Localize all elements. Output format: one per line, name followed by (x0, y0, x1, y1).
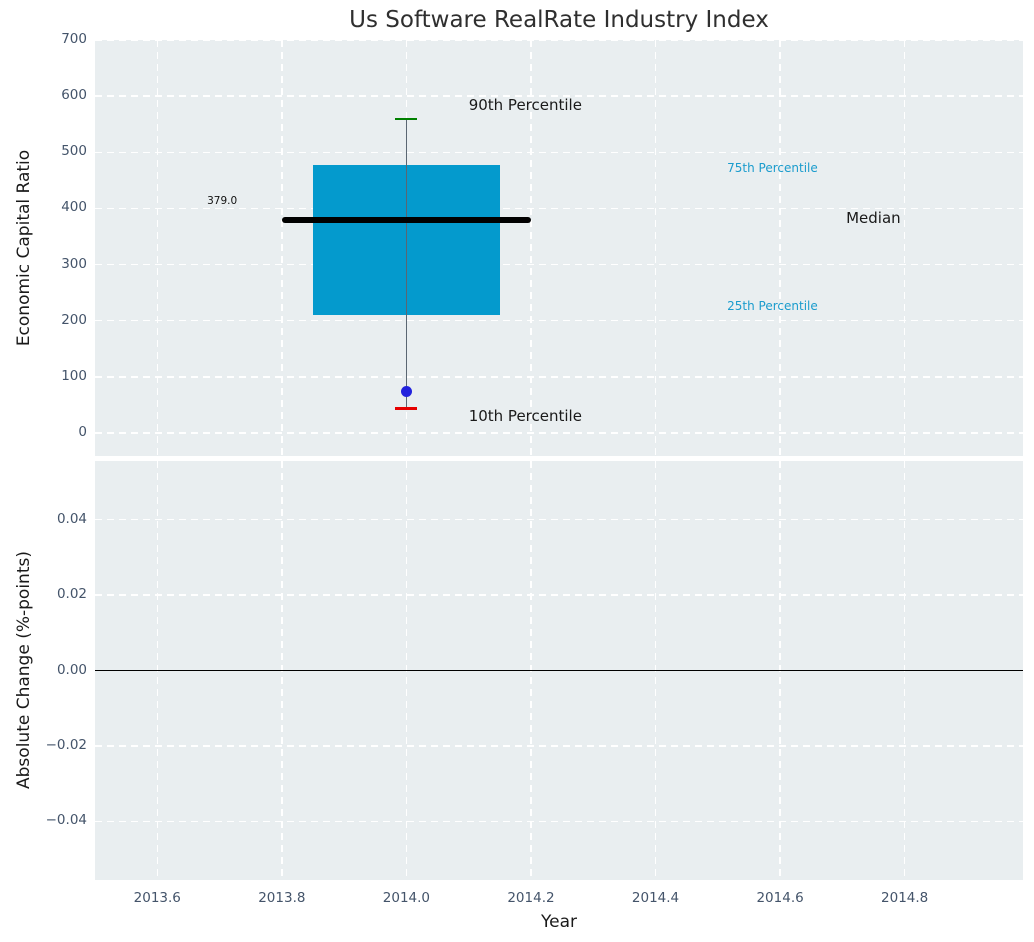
gridline-vertical (654, 40, 657, 456)
x-tick-label: 2013.6 (133, 890, 181, 906)
x-tick-label: 2014.4 (631, 890, 680, 906)
x-tick-label: 2014.2 (507, 890, 555, 906)
y-tick-label: 700 (61, 31, 87, 47)
y-tick-label: 200 (61, 311, 87, 328)
gridline-horizontal (95, 263, 1023, 266)
median-line (281, 217, 531, 224)
x-tick-label: 2014.8 (881, 890, 929, 906)
p10-whisker-cap (395, 407, 418, 411)
gridline-horizontal (95, 39, 1023, 41)
chart-title: Us Software RealRate Industry Index (349, 7, 769, 33)
gridline-horizontal (95, 820, 1023, 823)
x-tick-label: 2013.8 (258, 890, 306, 906)
annotation-median: Median (846, 208, 901, 227)
gridline-horizontal (95, 745, 1023, 747)
gridline-vertical (281, 40, 283, 456)
y-tick-label: 0 (78, 423, 87, 440)
y-tick-label: 100 (61, 367, 87, 384)
gridline-vertical (156, 40, 159, 456)
gridline-horizontal (95, 432, 1023, 434)
zero-change-line (95, 669, 1023, 672)
y-tick-label: 0.04 (56, 510, 87, 527)
x-axis-label: Year (541, 912, 577, 932)
y-tick-label: 0.00 (56, 661, 87, 678)
y-tick-label: 600 (61, 87, 87, 104)
company-marker-dot (400, 385, 412, 397)
annotation-median-value-label: 379.0 (207, 194, 238, 207)
figure: Us Software RealRate Industry Index Econ… (0, 0, 1034, 942)
y-tick-label: −0.04 (45, 812, 87, 829)
gridline-horizontal (95, 376, 1023, 378)
gridline-horizontal (95, 319, 1023, 322)
gridline-vertical (779, 40, 781, 456)
y-tick-label: −0.02 (45, 736, 87, 753)
y-tick-label: 500 (61, 143, 87, 160)
gridline-horizontal (95, 594, 1023, 596)
annotation-90th-percentile: 90th Percentile (468, 96, 582, 115)
annotation-75th-percentile: 75th Percentile (727, 161, 818, 176)
annotation-25th-percentile: 25th Percentile (727, 299, 818, 314)
y-tick-label: 400 (61, 199, 87, 216)
y-tick-label: 300 (61, 255, 87, 272)
x-tick-label: 2014.6 (756, 890, 804, 906)
gridline-vertical (903, 40, 906, 456)
gridline-horizontal (95, 151, 1023, 154)
whisker-line (405, 119, 408, 409)
y-tick-label: 0.02 (56, 586, 87, 602)
gridline-horizontal (95, 518, 1023, 521)
x-tick-label: 2014.0 (382, 890, 431, 906)
p90-whisker-cap (395, 117, 418, 121)
annotation-10th-percentile: 10th Percentile (468, 406, 582, 425)
